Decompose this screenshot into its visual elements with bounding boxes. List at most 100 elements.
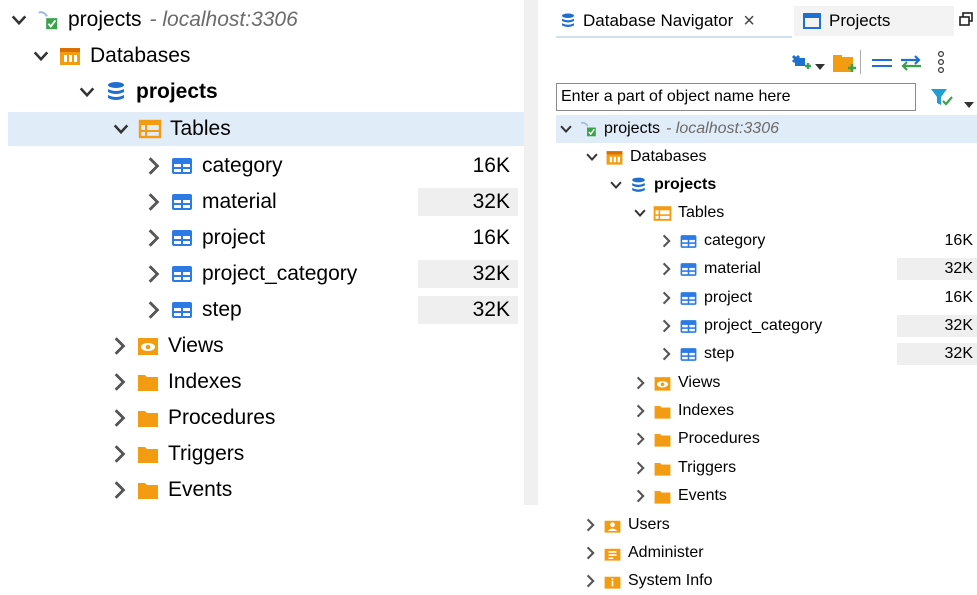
- connection-name: projects: [604, 120, 661, 137]
- table-size-badge: 16K: [472, 226, 510, 249]
- tree-table-category[interactable]: category: [658, 228, 765, 254]
- folder-icon: [136, 406, 160, 430]
- chevron-down-icon[interactable]: [815, 58, 825, 76]
- chevron-right-icon[interactable]: [632, 460, 648, 476]
- tree-table-material[interactable]: material: [658, 256, 761, 282]
- chevron-down-icon[interactable]: [608, 177, 624, 193]
- chevron-right-icon[interactable]: [108, 335, 130, 357]
- tree-connection-projects[interactable]: projects - localhost:3306: [558, 116, 779, 142]
- chevron-right-icon[interactable]: [582, 517, 598, 533]
- chevron-down-icon[interactable]: [558, 121, 574, 137]
- folder-icon: [653, 487, 672, 506]
- chevron-right-icon[interactable]: [632, 403, 648, 419]
- link-with-editor-icon[interactable]: [899, 54, 923, 77]
- chevron-right-icon[interactable]: [632, 488, 648, 504]
- chevron-down-icon[interactable]: [632, 205, 648, 221]
- folder-icon: [136, 442, 160, 466]
- tree-connection-projects[interactable]: projects - localhost:3306: [8, 4, 298, 36]
- chevron-down-icon[interactable]: [584, 149, 600, 165]
- tree-table-step[interactable]: step: [142, 294, 242, 326]
- tree-root-system-info[interactable]: System Info: [582, 568, 712, 594]
- toolbar-separator: [860, 50, 861, 74]
- chevron-right-icon[interactable]: [632, 431, 648, 447]
- chevron-right-icon[interactable]: [658, 261, 674, 277]
- tree-database-projects[interactable]: projects: [76, 76, 218, 108]
- tree-folder-procedures[interactable]: Procedures: [632, 426, 760, 452]
- chevron-down-icon[interactable]: [8, 9, 30, 31]
- tree-table-step[interactable]: step: [658, 341, 734, 367]
- tree-tables-folder[interactable]: Tables: [632, 200, 724, 226]
- chevron-right-icon[interactable]: [108, 371, 130, 393]
- chevron-right-icon[interactable]: [142, 155, 164, 177]
- new-connection-icon[interactable]: [789, 52, 813, 79]
- filter-funnel-icon[interactable]: [930, 88, 954, 113]
- collapse-all-icon[interactable]: [871, 56, 893, 74]
- tree-item-label: project_category: [704, 317, 823, 334]
- tables-folder-icon: [653, 204, 672, 223]
- chevron-right-icon[interactable]: [142, 299, 164, 321]
- projects-window-icon: [802, 12, 821, 31]
- chevron-right-icon[interactable]: [632, 375, 648, 391]
- chevron-right-icon[interactable]: [658, 290, 674, 306]
- chevron-down-icon[interactable]: [964, 96, 974, 114]
- chevron-right-icon[interactable]: [108, 479, 130, 501]
- table-icon: [679, 260, 698, 279]
- chevron-right-icon[interactable]: [658, 233, 674, 249]
- table-icon: [170, 262, 194, 286]
- close-icon[interactable]: ×: [743, 10, 755, 33]
- tree-table-project[interactable]: project: [658, 285, 752, 311]
- tree-item-label: Administer: [628, 544, 704, 561]
- chevron-down-icon[interactable]: [76, 81, 98, 103]
- chevron-right-icon[interactable]: [658, 346, 674, 362]
- connection-host: - localhost:3306: [149, 8, 298, 31]
- table-size-badge: 16K: [944, 289, 973, 306]
- chevron-down-icon[interactable]: [110, 118, 132, 140]
- chevron-right-icon[interactable]: [108, 407, 130, 429]
- tree-tables-folder[interactable]: Tables: [110, 113, 231, 145]
- tree-folder-indexes[interactable]: Indexes: [108, 366, 242, 398]
- tree-database-projects[interactable]: projects: [608, 172, 716, 198]
- chevron-right-icon[interactable]: [108, 443, 130, 465]
- tree-table-material[interactable]: material: [142, 186, 277, 218]
- chevron-right-icon[interactable]: [582, 545, 598, 561]
- tree-root-administer[interactable]: Administer: [582, 540, 704, 566]
- chevron-right-icon[interactable]: [142, 191, 164, 213]
- tree-folder-triggers[interactable]: Triggers: [108, 438, 244, 470]
- table-size-badge: 32K: [897, 258, 977, 280]
- chevron-down-icon[interactable]: [30, 45, 52, 67]
- new-folder-icon[interactable]: [831, 51, 857, 80]
- tree-root-users[interactable]: Users: [582, 512, 670, 538]
- tree-table-project[interactable]: project: [142, 222, 265, 254]
- chevron-right-icon[interactable]: [142, 227, 164, 249]
- tab-database-navigator[interactable]: Database Navigator ×: [556, 6, 792, 38]
- object-filter-input[interactable]: Enter a part of object name here: [556, 83, 916, 111]
- tree-table-category[interactable]: category: [142, 150, 283, 182]
- tree-item-label: Indexes: [168, 370, 242, 393]
- tree-folder-events[interactable]: Events: [108, 474, 232, 506]
- chevron-right-icon[interactable]: [142, 263, 164, 285]
- tree-folder-events[interactable]: Events: [632, 483, 727, 509]
- tree-folder-views[interactable]: Views: [632, 370, 720, 396]
- restore-window-icon[interactable]: [959, 12, 973, 31]
- table-icon: [679, 345, 698, 364]
- tree-folder-procedures[interactable]: Procedures: [108, 402, 275, 434]
- tab-projects[interactable]: Projects: [794, 6, 954, 36]
- tree-item-label: category: [704, 232, 766, 249]
- tree-item-label: Procedures: [678, 430, 760, 447]
- tree-folder-triggers[interactable]: Triggers: [632, 455, 736, 481]
- tree-databases-folder[interactable]: Databases: [584, 144, 707, 170]
- table-icon: [679, 289, 698, 308]
- tree-table-project-category[interactable]: project_category: [142, 258, 357, 290]
- chevron-right-icon[interactable]: [658, 318, 674, 334]
- tree-databases-folder[interactable]: Databases: [30, 40, 190, 72]
- folder-icon: [653, 430, 672, 449]
- tree-item-label: Procedures: [168, 406, 276, 429]
- users-icon: [603, 516, 622, 535]
- chevron-right-icon[interactable]: [582, 573, 598, 589]
- tab-label: Projects: [829, 11, 891, 30]
- tree-table-project-category[interactable]: project_category: [658, 313, 822, 339]
- tree-folder-views[interactable]: Views: [108, 330, 224, 362]
- more-options-icon[interactable]: [937, 50, 945, 79]
- tree-folder-indexes[interactable]: Indexes: [632, 398, 734, 424]
- table-icon: [170, 190, 194, 214]
